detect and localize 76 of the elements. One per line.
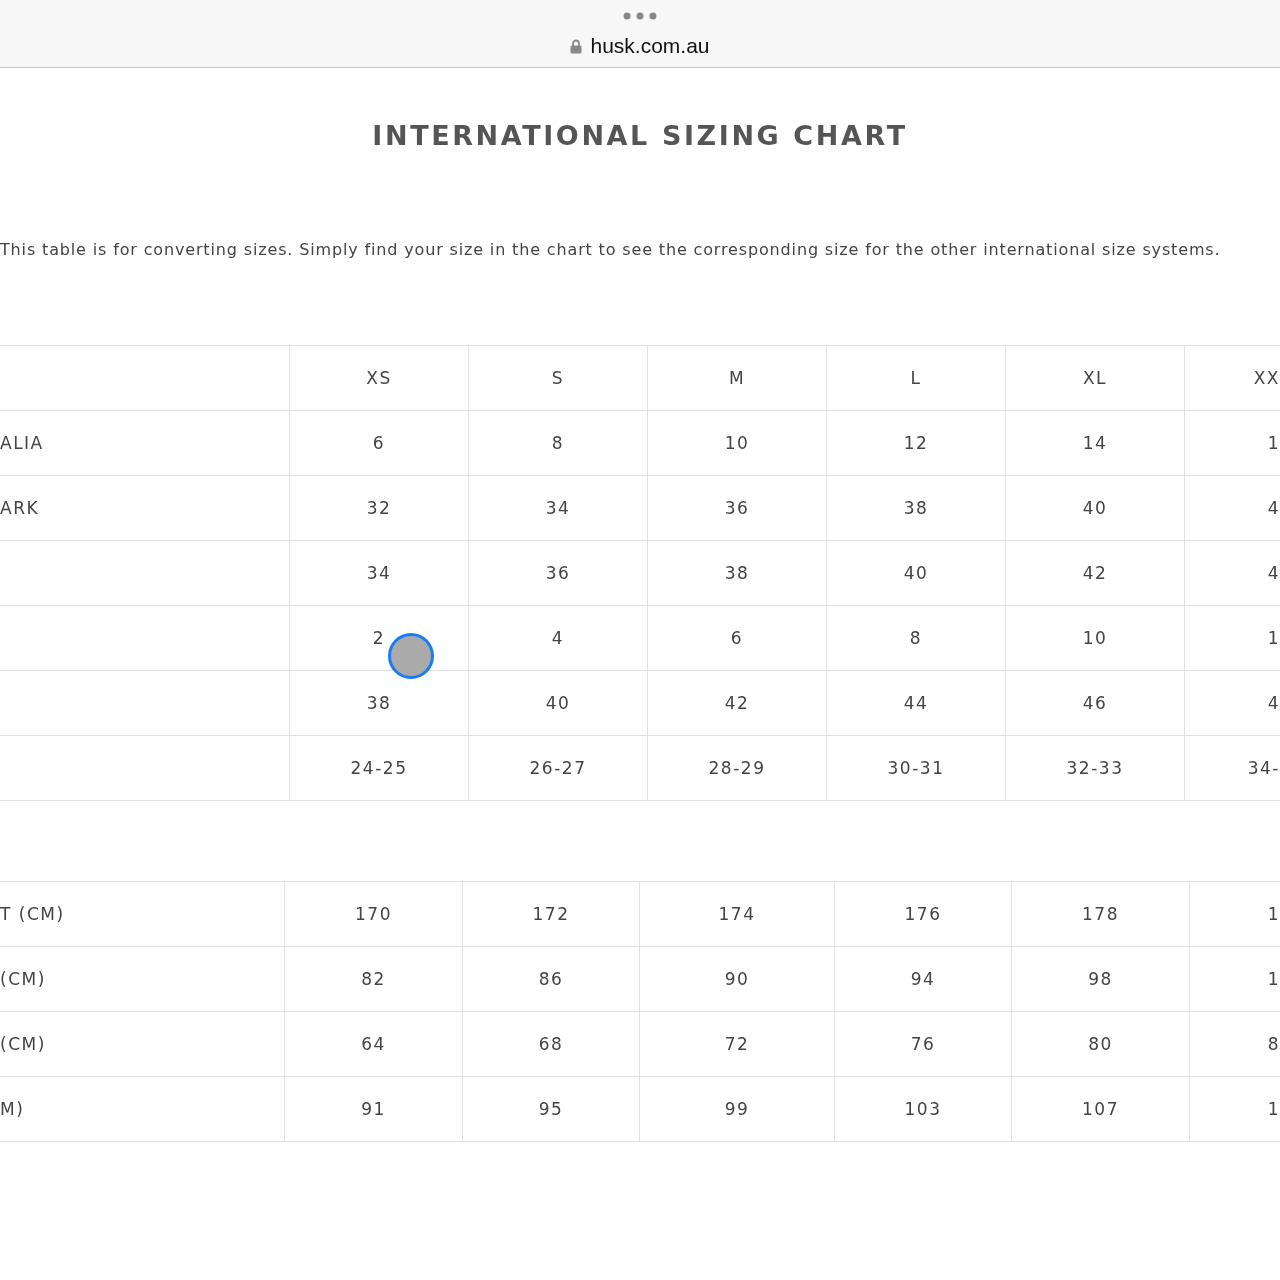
table-cell: 34- — [1184, 736, 1280, 800]
table-cell: 46 — [1005, 671, 1184, 735]
page-title: INTERNATIONAL SIZING CHART — [371, 119, 909, 153]
table-cell: 12 — [826, 411, 1005, 475]
table-cell: 8 — [468, 411, 647, 475]
table-cell: 176 — [834, 882, 1011, 946]
table-cell: 40 — [1005, 476, 1184, 540]
table-cell: 4 — [1184, 671, 1280, 735]
table-cell: 32 — [289, 476, 468, 540]
table-cell: 80 — [1011, 1012, 1189, 1076]
table-cell: 86 — [462, 947, 639, 1011]
table-row-label: ARK — [0, 497, 41, 520]
table-cell: 1 — [1184, 606, 1280, 670]
table-cell: 6 — [289, 411, 468, 475]
table-cell: 36 — [468, 541, 647, 605]
url-text[interactable]: husk.com.au — [590, 34, 710, 58]
table-cell: 98 — [1011, 947, 1189, 1011]
table-cell: 24-25 — [289, 736, 468, 800]
table-header-cell: S — [468, 346, 647, 410]
table-row-label: T (CM) — [0, 903, 66, 926]
table-cell: 8 — [826, 606, 1005, 670]
table-cell: 6 — [647, 606, 826, 670]
intro-text: This table is for converting sizes. Simply find your size in the chart to see the corresponding size for the other international size systems. — [0, 240, 1222, 260]
table-cell: 91 — [284, 1077, 462, 1141]
table-cell: 172 — [462, 882, 639, 946]
table-cell: 34 — [468, 476, 647, 540]
table-cell: 4 — [468, 606, 647, 670]
table-cell: 10 — [1005, 606, 1184, 670]
table-cell: 32-33 — [1005, 736, 1184, 800]
table-cell: 4 — [1184, 541, 1280, 605]
table-cell: 107 — [1011, 1077, 1189, 1141]
table-cell: 30-31 — [826, 736, 1005, 800]
table-cell: 26-27 — [468, 736, 647, 800]
table-cell: 28-29 — [647, 736, 826, 800]
lock-icon — [570, 38, 583, 54]
table-row-label: M) — [0, 1098, 26, 1121]
table-header-cell: L — [826, 346, 1005, 410]
table-cell: 34 — [289, 541, 468, 605]
table-header-cell: XS — [289, 346, 468, 410]
touch-indicator-icon — [388, 633, 434, 679]
table-row-label: ALIA — [0, 432, 45, 455]
table-cell: 1 — [1189, 947, 1280, 1011]
table-row-label: (CM) — [0, 1033, 47, 1056]
table-cell: 44 — [826, 671, 1005, 735]
table-cell: 1 — [1189, 882, 1280, 946]
table-cell: 38 — [826, 476, 1005, 540]
table-cell: 38 — [647, 541, 826, 605]
table-cell: 42 — [647, 671, 826, 735]
table-cell: 14 — [1005, 411, 1184, 475]
table-cell: 42 — [1005, 541, 1184, 605]
table-cell: 178 — [1011, 882, 1189, 946]
table-cell: 94 — [834, 947, 1011, 1011]
table-header-cell: XX — [1184, 346, 1280, 410]
table-header-cell: XL — [1005, 346, 1184, 410]
more-dots-icon[interactable] — [623, 12, 657, 20]
table-cell: 174 — [639, 882, 834, 946]
table-cell: 10 — [647, 411, 826, 475]
table-cell: 95 — [462, 1077, 639, 1141]
table-cell: 40 — [468, 671, 647, 735]
table-cell: 4 — [1184, 476, 1280, 540]
table-cell: 8 — [1189, 1012, 1280, 1076]
table-cell: 82 — [284, 947, 462, 1011]
table-cell: 64 — [284, 1012, 462, 1076]
table-cell: 36 — [647, 476, 826, 540]
table-cell: 76 — [834, 1012, 1011, 1076]
table-cell: 1 — [1184, 411, 1280, 475]
table-cell: 99 — [639, 1077, 834, 1141]
table-row-label: (CM) — [0, 968, 47, 991]
table-cell: 90 — [639, 947, 834, 1011]
table-cell: 1 — [1189, 1077, 1280, 1141]
table-cell: 40 — [826, 541, 1005, 605]
table-cell: 72 — [639, 1012, 834, 1076]
table-header-cell: M — [647, 346, 826, 410]
table-cell: 68 — [462, 1012, 639, 1076]
table-cell: 103 — [834, 1077, 1011, 1141]
table-cell: 170 — [284, 882, 462, 946]
